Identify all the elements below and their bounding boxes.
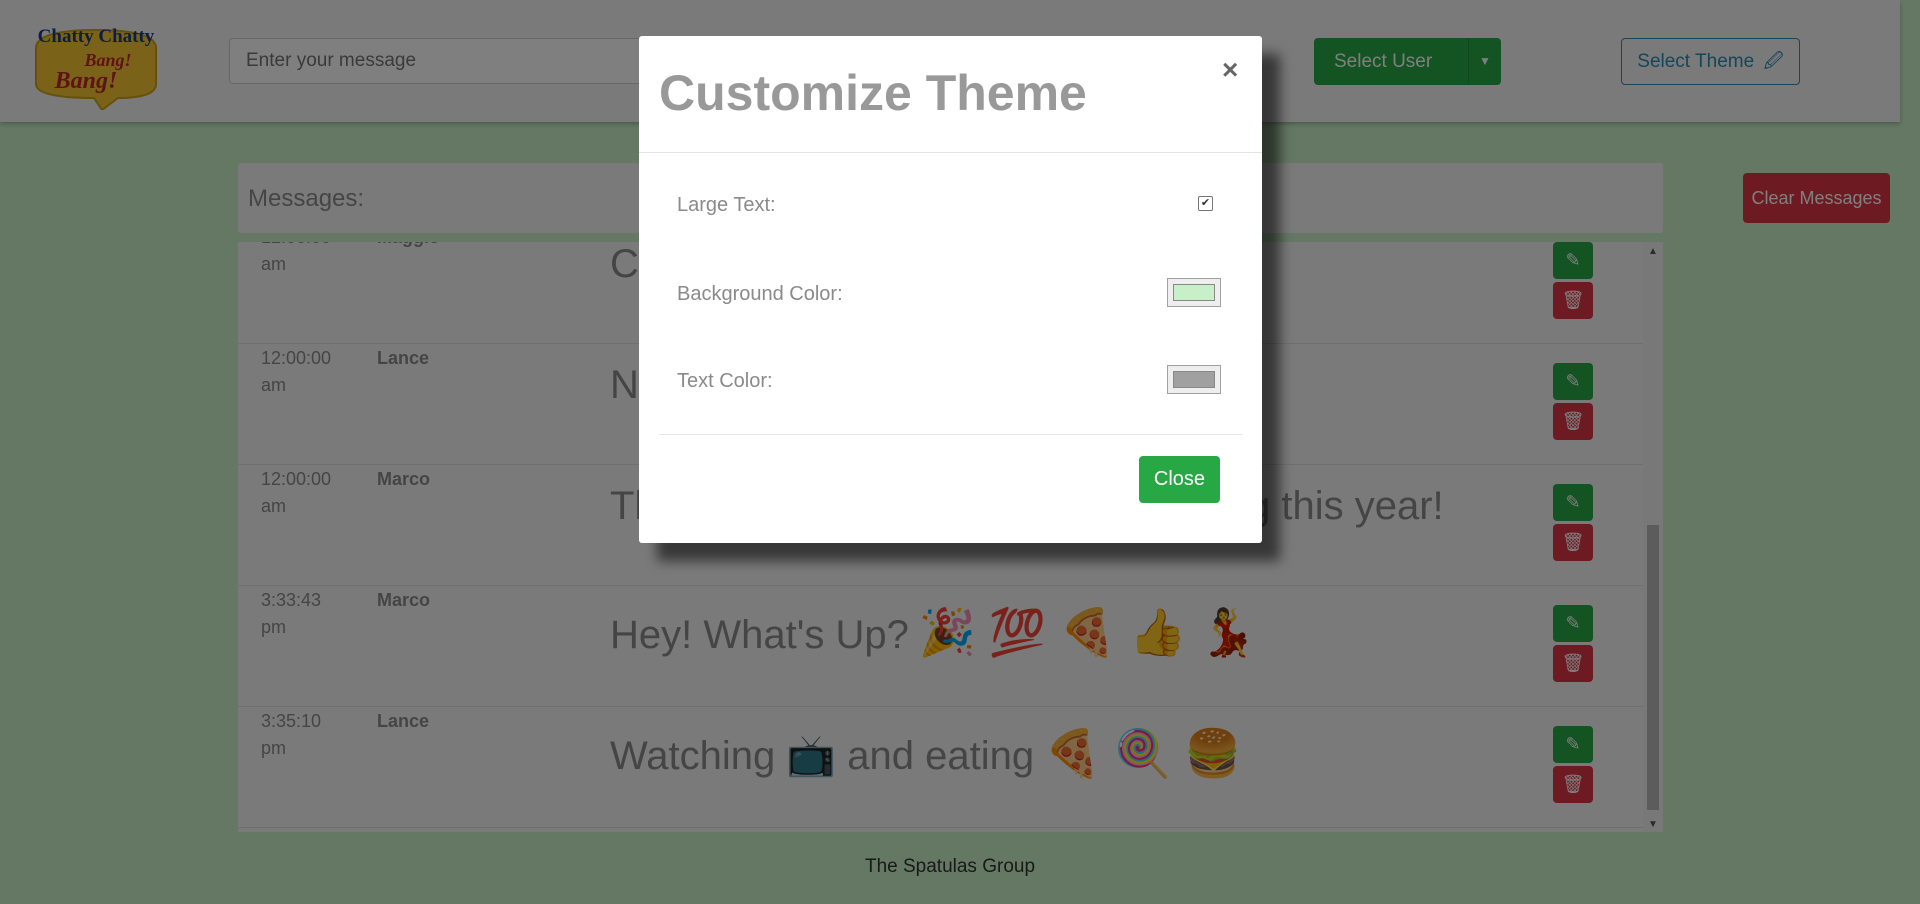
close-button[interactable]: Close	[1139, 456, 1220, 503]
large-text-label: Large Text:	[677, 194, 776, 216]
divider	[639, 152, 1262, 153]
divider	[659, 434, 1242, 435]
dialog-title: Customize Theme	[659, 65, 1087, 121]
text-color-label: Text Color:	[677, 370, 773, 392]
background-color-swatch	[1173, 284, 1215, 301]
background-color-label: Background Color:	[677, 283, 843, 305]
text-color-swatch	[1173, 371, 1215, 388]
close-icon[interactable]: ×	[1222, 54, 1238, 86]
background-color-picker[interactable]	[1167, 278, 1221, 307]
large-text-checkbox[interactable]: ✔	[1198, 196, 1213, 211]
text-color-picker[interactable]	[1167, 365, 1221, 394]
customize-theme-dialog: Customize Theme × Large Text: ✔ Backgrou…	[639, 36, 1262, 543]
